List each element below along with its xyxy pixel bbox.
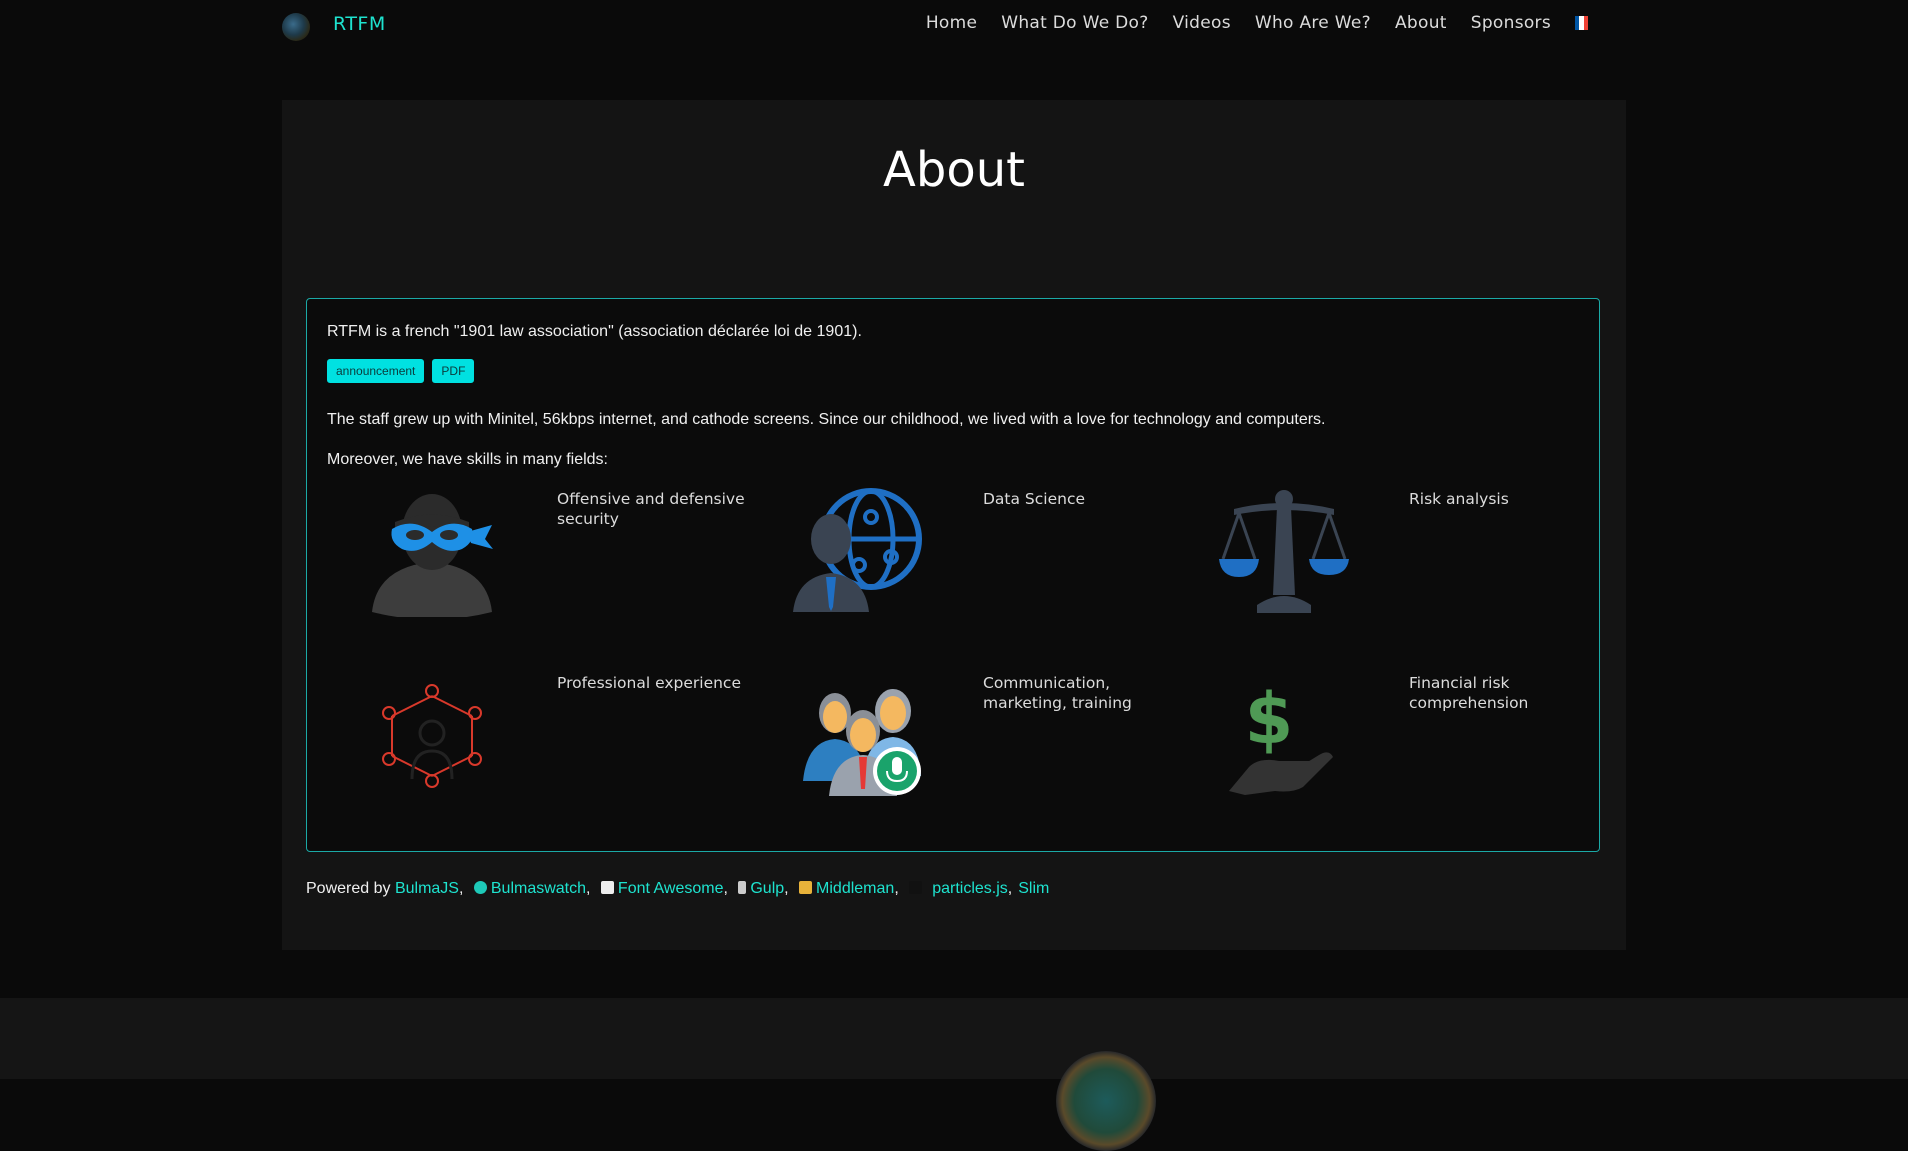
skills-intro-text: Moreover, we have skills in many fields: [327,451,608,468]
gulp-icon [738,881,747,894]
community-seal-logo [1056,1051,1156,1151]
skill-financial-risk-comprehension: $ Financial risk comprehension [1219,671,1639,811]
skill-label: Communication, marketing, training [983,674,1132,712]
scales-icon [1219,490,1349,613]
skill-label: Data Science [983,490,1086,508]
font-awesome-icon [600,881,614,894]
french-flag-icon[interactable] [1575,16,1588,30]
team-microphone-icon [803,689,921,796]
page-footer [0,998,1908,1151]
skill-label: Offensive and defensive security [557,490,745,528]
link-middleman[interactable]: Middleman [816,880,894,897]
link-font-awesome[interactable]: Font Awesome [618,880,724,897]
data-science-icon [793,488,922,612]
nav-who-are-we[interactable]: Who Are We? [1255,13,1371,33]
bulmaswatch-icon [473,881,487,894]
navbar: RTFM Home What Do We Do? Videos Who Are … [0,0,1908,50]
tag-list: announcement PDF [327,359,475,383]
tag-pdf[interactable]: PDF [432,359,475,383]
intro-text: RTFM is a french "1901 law association" … [327,323,862,340]
brand-logo[interactable] [282,13,310,41]
link-gulp[interactable]: Gulp [750,880,784,897]
main-section: About RTFM is a french "1901 law associa… [282,100,1626,950]
skill-data-science: Data Science [793,487,1213,627]
skill-risk-analysis: Risk analysis [1219,487,1639,627]
skill-professional-experience: Professional experience [367,671,787,811]
about-card: RTFM is a french "1901 law association" … [306,298,1600,852]
middleman-icon [799,881,813,894]
skill-label: Risk analysis [1409,490,1509,508]
link-particlesjs[interactable]: particles.js [932,880,1008,897]
nav-what-do-we-do[interactable]: What Do We Do? [1001,13,1148,33]
skill-communication-marketing-training: Communication, marketing, training [793,671,1213,811]
skill-label: Professional experience [557,674,741,692]
nav-menu: Home What Do We Do? Videos Who Are We? A… [926,13,1588,33]
nav-videos[interactable]: Videos [1173,13,1231,33]
skill-offensive-defensive-security: Offensive and defensive security [367,487,787,627]
link-slim[interactable]: Slim [1018,880,1049,897]
link-bulmaswatch[interactable]: Bulmaswatch [491,880,586,897]
nav-about[interactable]: About [1395,13,1447,33]
masked-hacker-icon [372,494,493,617]
link-bulmajs[interactable]: BulmaJS [395,880,459,897]
staff-text: The staff grew up with Minitel, 56kbps i… [327,411,1326,428]
skill-label: Financial risk comprehension [1409,674,1529,712]
powered-by-line: Powered by BulmaJS, Bulmaswatch, Font Aw… [306,880,1050,897]
brand-link[interactable]: RTFM [333,13,386,35]
nav-home[interactable]: Home [926,13,977,33]
network-person-icon [382,684,482,788]
money-hand-icon: $ [1229,678,1333,795]
nav-sponsors[interactable]: Sponsors [1471,13,1551,33]
page-title: About [883,142,1025,198]
svg-text:$: $ [1245,678,1294,760]
powered-by-label: Powered by [306,880,391,897]
tag-announcement[interactable]: announcement [327,359,425,383]
particles-icon [909,881,923,894]
